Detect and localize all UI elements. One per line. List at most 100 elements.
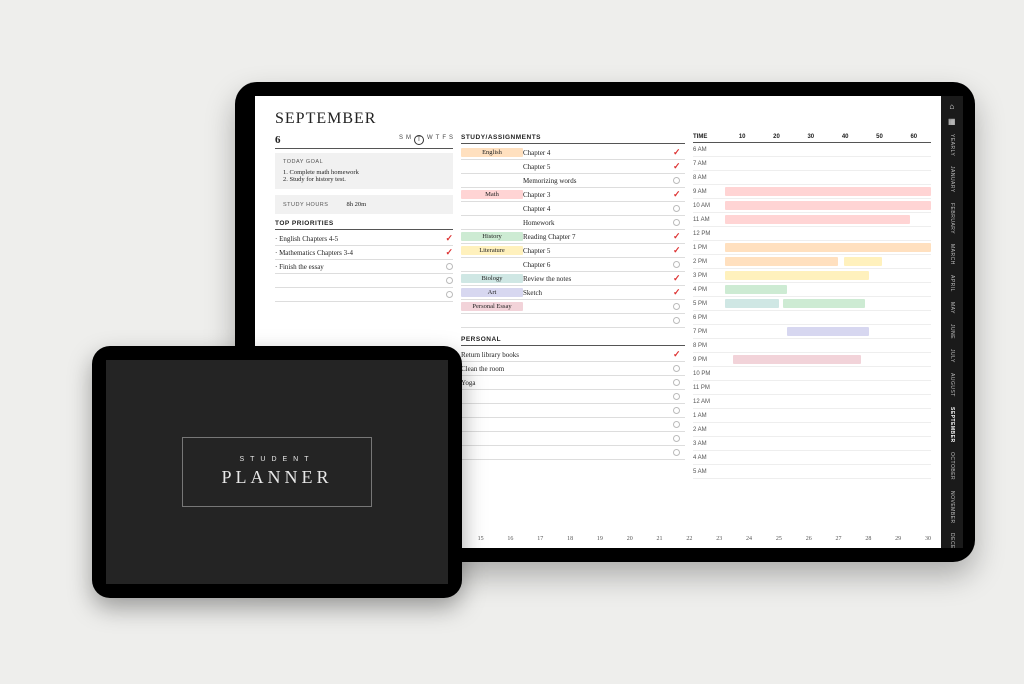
study-row[interactable]: MathChapter 3: [461, 188, 685, 202]
weekday-t[interactable]: T: [414, 135, 424, 145]
month-tab-february[interactable]: FEBRUARY: [949, 201, 955, 236]
month-tab-october[interactable]: OCTOBER: [949, 450, 955, 482]
study-row[interactable]: Chapter 4: [461, 202, 685, 216]
circle-icon[interactable]: [673, 449, 680, 456]
circle-icon[interactable]: [673, 261, 680, 268]
priority-row[interactable]: · Finish the essay: [275, 260, 453, 274]
month-tab-june[interactable]: JUNE: [949, 322, 955, 341]
personal-row[interactable]: [461, 404, 685, 418]
study-row[interactable]: BiologyReview the notes: [461, 272, 685, 286]
personal-row[interactable]: [461, 432, 685, 446]
cover-screen: STUDENT PLANNER: [106, 360, 448, 584]
study-row[interactable]: Personal Essay: [461, 300, 685, 314]
study-row[interactable]: Chapter 5: [461, 160, 685, 174]
date-strip-day[interactable]: 29: [895, 536, 901, 542]
study-row[interactable]: [461, 314, 685, 328]
weekday-t[interactable]: T: [436, 135, 440, 145]
circle-icon[interactable]: [673, 317, 680, 324]
time-tick: 40: [828, 134, 862, 140]
personal-row[interactable]: [461, 390, 685, 404]
circle-icon[interactable]: [673, 205, 680, 212]
priority-row[interactable]: · English Chapters 4-5: [275, 232, 453, 246]
weekday-s[interactable]: S: [449, 135, 453, 145]
check-icon[interactable]: [673, 161, 685, 172]
month-tab-september[interactable]: SEPTEMBER: [949, 405, 955, 445]
circle-icon[interactable]: [673, 177, 680, 184]
priority-row[interactable]: [275, 288, 453, 302]
study-row[interactable]: HistoryReading Chapter 7: [461, 230, 685, 244]
date-strip-day[interactable]: 27: [836, 536, 842, 542]
month-tab-august[interactable]: AUGUST: [949, 371, 955, 399]
personal-row[interactable]: Return library books: [461, 348, 685, 362]
weekday-f[interactable]: F: [442, 135, 446, 145]
date-strip-day[interactable]: 21: [657, 536, 663, 542]
date-strip-day[interactable]: 17: [537, 536, 543, 542]
study-row[interactable]: Memorizing words: [461, 174, 685, 188]
month-tab-april[interactable]: APRIL: [949, 273, 955, 294]
personal-row[interactable]: Clean the room: [461, 362, 685, 376]
home-icon[interactable]: ⌂: [949, 102, 954, 111]
date-strip-day[interactable]: 19: [597, 536, 603, 542]
date-strip-day[interactable]: 22: [686, 536, 692, 542]
weekday-s[interactable]: S: [399, 135, 403, 145]
study-row[interactable]: EnglishChapter 4: [461, 146, 685, 160]
month-tab-may[interactable]: MAY: [949, 300, 955, 316]
circle-icon[interactable]: [446, 291, 453, 298]
month-tab-yearly[interactable]: YEARLY: [949, 132, 955, 158]
priority-row[interactable]: [275, 274, 453, 288]
study-row[interactable]: ArtSketch: [461, 286, 685, 300]
check-icon[interactable]: [673, 287, 685, 298]
personal-row[interactable]: Yoga: [461, 376, 685, 390]
month-tab-january[interactable]: JANUARY: [949, 164, 955, 195]
date-strip-day[interactable]: 24: [746, 536, 752, 542]
circle-icon[interactable]: [446, 277, 453, 284]
date-strip-day[interactable]: 15: [478, 536, 484, 542]
check-icon[interactable]: [673, 245, 685, 256]
time-hour-label: 8 PM: [693, 343, 725, 349]
middle-column: STUDY/ASSIGNMENTS EnglishChapter 4Chapte…: [461, 134, 685, 532]
date-strip-day[interactable]: 23: [716, 536, 722, 542]
personal-row[interactable]: [461, 446, 685, 460]
date-strip-day[interactable]: 18: [567, 536, 573, 542]
study-row[interactable]: Homework: [461, 216, 685, 230]
today-goal-item: 2. Study for history test.: [283, 176, 445, 183]
circle-icon[interactable]: [446, 263, 453, 270]
date-strip-day[interactable]: 30: [925, 536, 931, 542]
check-icon[interactable]: [673, 231, 685, 242]
check-icon[interactable]: [445, 247, 453, 258]
weekday-w[interactable]: W: [427, 135, 433, 145]
weekday-m[interactable]: M: [406, 135, 411, 145]
month-tab-july[interactable]: JULY: [949, 347, 955, 365]
time-tick: 30: [794, 134, 828, 140]
date-strip-day[interactable]: 26: [806, 536, 812, 542]
date-strip-day[interactable]: 28: [865, 536, 871, 542]
time-hour-label: 2 AM: [693, 427, 725, 433]
circle-icon[interactable]: [673, 435, 680, 442]
study-task: Chapter 4: [523, 205, 673, 213]
circle-icon[interactable]: [673, 303, 680, 310]
date-strip-day[interactable]: 25: [776, 536, 782, 542]
date-strip-day[interactable]: 20: [627, 536, 633, 542]
circle-icon[interactable]: [673, 393, 680, 400]
study-row[interactable]: LiteratureChapter 5: [461, 244, 685, 258]
check-icon[interactable]: [673, 147, 685, 158]
month-tab-december[interactable]: DECEMBER: [949, 531, 955, 548]
circle-icon[interactable]: [673, 407, 680, 414]
study-heading: STUDY/ASSIGNMENTS: [461, 134, 685, 144]
circle-icon[interactable]: [673, 379, 680, 386]
subject-chip: Biology: [461, 274, 523, 283]
personal-row[interactable]: [461, 418, 685, 432]
circle-icon[interactable]: [673, 365, 680, 372]
month-tab-november[interactable]: NOVEMBER: [949, 489, 955, 526]
priority-row[interactable]: · Mathematics Chapters 3-4: [275, 246, 453, 260]
check-icon[interactable]: [673, 349, 685, 360]
grid-icon[interactable]: ▦: [948, 117, 956, 126]
circle-icon[interactable]: [673, 219, 680, 226]
check-icon[interactable]: [673, 189, 685, 200]
circle-icon[interactable]: [673, 421, 680, 428]
date-strip-day[interactable]: 16: [507, 536, 513, 542]
study-row[interactable]: Chapter 6: [461, 258, 685, 272]
month-tab-march[interactable]: MARCH: [949, 242, 955, 267]
check-icon[interactable]: [673, 273, 685, 284]
check-icon[interactable]: [445, 233, 453, 244]
